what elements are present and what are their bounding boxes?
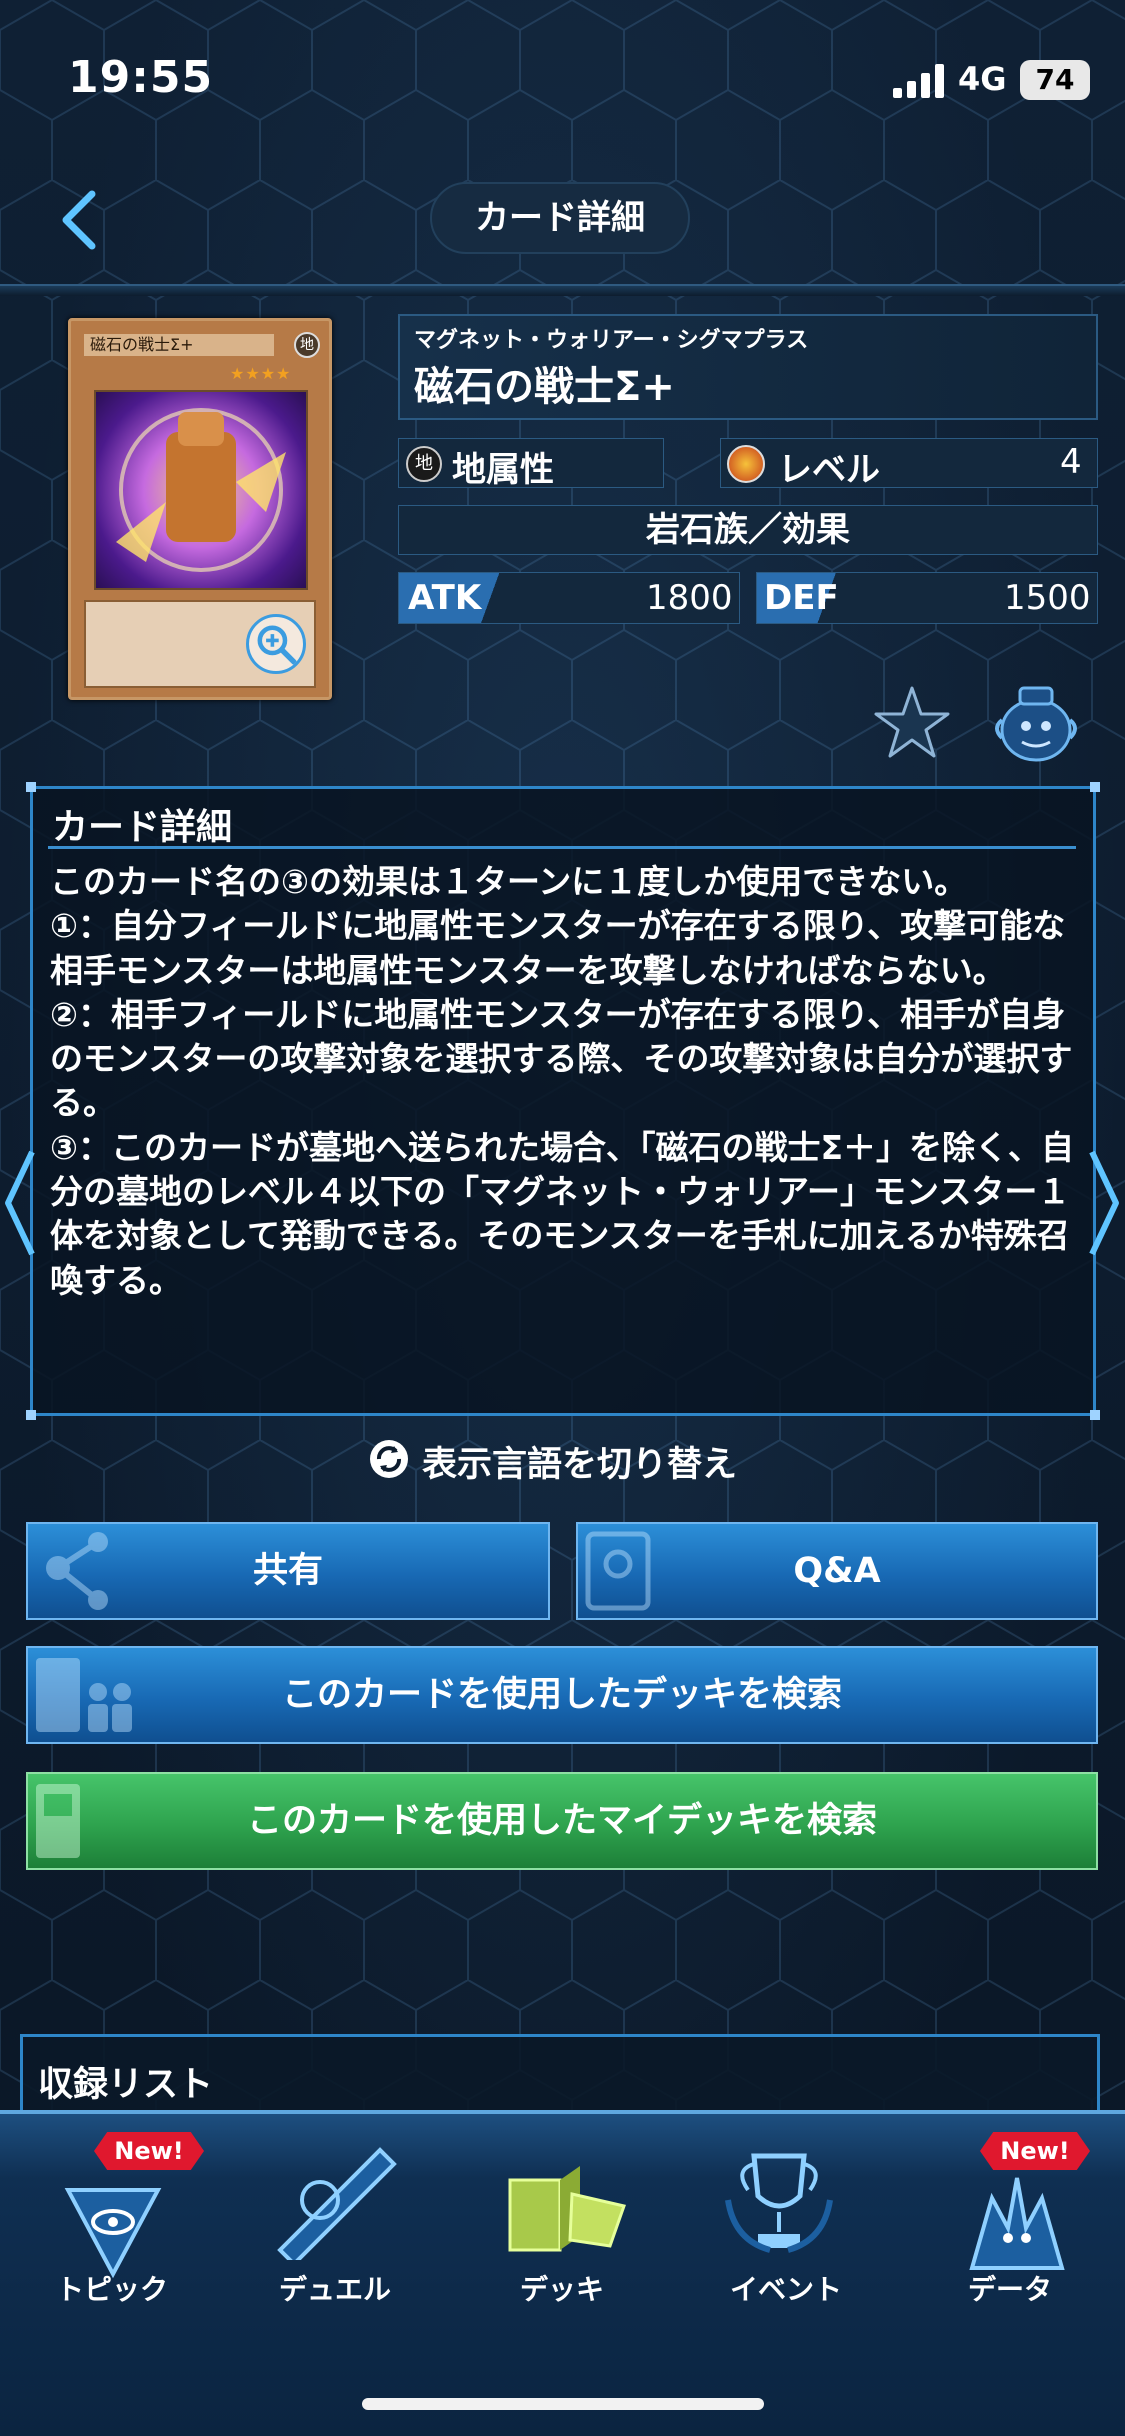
nav-topics-label[interactable]: トピック (22, 2268, 202, 2308)
panel-corner (26, 1410, 36, 1420)
level-star-icon (727, 445, 765, 483)
deck-users-icon (36, 1658, 132, 1732)
nav-data-label[interactable]: データ (920, 2268, 1100, 2308)
cellular-signal-icon (893, 64, 944, 98)
qa-icon (585, 1531, 651, 1611)
card-name: 磁石の戦士Σ+ (414, 364, 675, 410)
earth-attribute-icon: 地 (406, 446, 442, 482)
share-icon (46, 1532, 108, 1610)
deck-search-label: このカードを使用したデッキを検索 (281, 1675, 842, 1715)
def-label: DEF (764, 578, 839, 618)
battery-indicator: 74 (1020, 60, 1090, 100)
pot-of-greed-icon[interactable] (990, 680, 1082, 766)
new-badge: New! (94, 2132, 204, 2170)
panel-corner (26, 782, 36, 792)
previous-card-arrow-icon[interactable] (2, 1148, 36, 1258)
panel-corner (1090, 782, 1100, 792)
home-indicator[interactable] (362, 2398, 764, 2410)
qa-button[interactable]: Q&A (576, 1522, 1098, 1620)
panel-corner (1090, 1410, 1100, 1420)
level-label: レベル (778, 450, 880, 490)
favorite-star-icon[interactable] (872, 684, 952, 760)
card-image-level-stars: ★★★★ (230, 364, 292, 383)
level-panel (720, 438, 1098, 488)
zoom-in-icon[interactable] (246, 614, 306, 674)
my-deck-icon (36, 1784, 80, 1858)
card-artwork (94, 390, 308, 590)
card-image-name: 磁石の戦士Σ+ (84, 334, 274, 356)
qa-label: Q&A (793, 1551, 881, 1591)
nav-deck-label[interactable]: デッキ (472, 2268, 652, 2308)
event-trophy-icon[interactable] (714, 2140, 844, 2260)
card-name-reading: マグネット・ウォリアー・シグマプラス (414, 328, 809, 353)
language-switch-icon[interactable] (368, 1438, 410, 1480)
level-value: 4 (1060, 442, 1082, 482)
network-type: 4G (958, 60, 1007, 98)
deck-search-button[interactable]: このカードを使用したデッキを検索 (26, 1646, 1098, 1744)
def-value: 1500 (1004, 578, 1091, 618)
atk-value: 1800 (646, 578, 733, 618)
my-deck-search-button[interactable]: このカードを使用したマイデッキを検索 (26, 1772, 1098, 1870)
monster-type: 岩石族／効果 (398, 505, 1098, 555)
warrior-artwork-icon (116, 408, 286, 572)
deck-cards-icon[interactable] (500, 2150, 630, 2270)
page-title: カード詳細 (430, 182, 690, 254)
status-time: 19:55 (68, 52, 214, 103)
card-image-attribute: 地 (294, 332, 320, 358)
share-label: 共有 (252, 1551, 323, 1591)
heading-underline (48, 846, 1076, 849)
back-chevron-icon[interactable] (56, 190, 106, 250)
header-divider (0, 284, 1125, 296)
duel-disk-icon[interactable] (270, 2140, 400, 2260)
language-switch-label[interactable]: 表示言語を切り替え (422, 1436, 737, 1487)
card-detail-heading: カード詳細 (52, 807, 233, 848)
nav-event-label[interactable]: イベント (696, 2268, 876, 2308)
included-list-title: 収録リスト (38, 2065, 214, 2105)
card-effect-text: このカード名の③の効果は１ターンに１度しか使用できない。 ①：自分フィールドに地… (50, 862, 1074, 1300)
new-badge: New! (980, 2132, 1090, 2170)
atk-label: ATK (408, 578, 482, 618)
share-button[interactable]: 共有 (26, 1522, 550, 1620)
next-card-arrow-icon[interactable] (1088, 1148, 1122, 1258)
my-deck-search-label: このカードを使用したマイデッキを検索 (246, 1801, 877, 1841)
attribute-label: 地属性 (452, 450, 554, 490)
nav-duel-label[interactable]: デュエル (245, 2268, 425, 2308)
